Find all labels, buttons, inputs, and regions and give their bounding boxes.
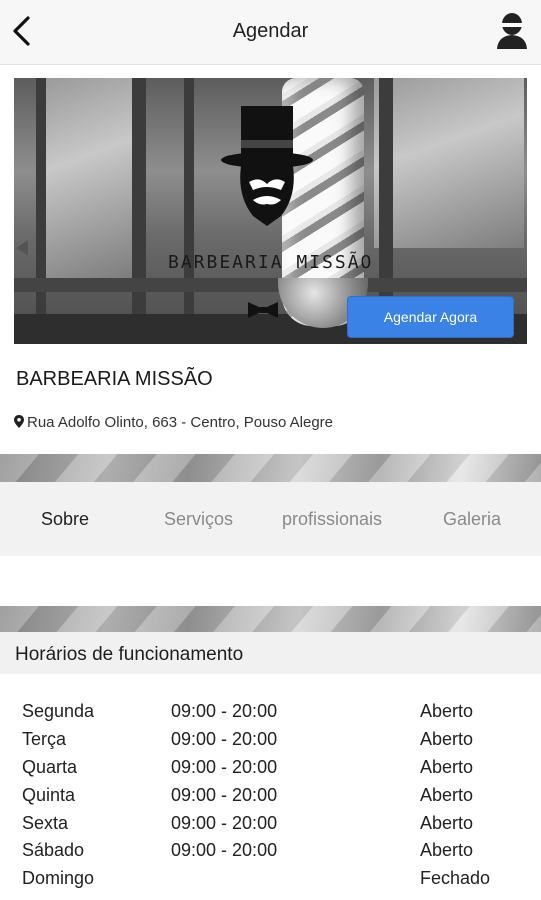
top-app-bar: Agendar bbox=[0, 0, 541, 65]
weekday: Terça bbox=[22, 729, 67, 749]
weekday: Quinta bbox=[22, 785, 76, 805]
schedule-now-button[interactable]: Agendar Agora bbox=[347, 296, 514, 338]
business-address[interactable]: Rua Adolfo Olinto, 663 - Centro, Pouso A… bbox=[14, 414, 333, 431]
opening-time: 09:00 - 20:00 bbox=[171, 757, 278, 777]
hours-row: Terça 09:00 - 20:00 Aberto bbox=[0, 729, 541, 757]
weekday: Domingo bbox=[22, 868, 95, 888]
opening-time: 09:00 - 20:00 bbox=[171, 785, 278, 805]
hours-row: Domingo Fechado bbox=[0, 868, 541, 896]
tab-galeria[interactable]: Galeria bbox=[443, 509, 501, 530]
open-status: Aberto bbox=[420, 840, 474, 860]
page-title: Agendar bbox=[232, 20, 309, 42]
section-tabs: Sobre Serviços profissionais Galeria bbox=[0, 482, 541, 556]
weekday: Segunda bbox=[22, 701, 95, 721]
hero-banner-image: BARBEARIA MISSÃO Agendar Agora bbox=[14, 78, 527, 344]
section-photo-strip bbox=[0, 606, 541, 632]
hours-row: Segunda 09:00 - 20:00 Aberto bbox=[0, 701, 541, 729]
hours-row: Sexta 09:00 - 20:00 Aberto bbox=[0, 813, 541, 841]
hours-header: Horários de funcionamento bbox=[0, 632, 541, 674]
tab-profissionais[interactable]: profissionais bbox=[282, 509, 382, 530]
bowtie-icon bbox=[248, 302, 278, 318]
top-hat-logo-icon bbox=[221, 106, 313, 226]
map-pin-icon bbox=[14, 415, 24, 428]
open-status: Aberto bbox=[420, 729, 474, 749]
weekday: Sexta bbox=[22, 813, 69, 833]
hours-title: Horários de funcionamento bbox=[15, 644, 244, 665]
open-status: Aberto bbox=[420, 701, 474, 721]
open-status: Fechado bbox=[420, 868, 491, 888]
opening-time: 09:00 - 20:00 bbox=[171, 701, 278, 721]
weekday: Sábado bbox=[22, 840, 85, 860]
opening-time: 09:00 - 20:00 bbox=[171, 840, 278, 860]
open-status: Aberto bbox=[420, 813, 474, 833]
hours-row: Quarta 09:00 - 20:00 Aberto bbox=[0, 757, 541, 785]
business-name: BARBEARIA MISSÃO bbox=[16, 368, 213, 390]
hours-row: Quinta 09:00 - 20:00 Aberto bbox=[0, 785, 541, 813]
hours-row: Sábado 09:00 - 20:00 Aberto bbox=[0, 840, 541, 868]
weekday: Quarta bbox=[22, 757, 78, 777]
cover-photo-strip bbox=[0, 454, 541, 482]
tab-servicos[interactable]: Serviços bbox=[164, 509, 233, 530]
open-status: Aberto bbox=[420, 785, 474, 805]
open-status: Aberto bbox=[420, 757, 474, 777]
opening-time: 09:00 - 20:00 bbox=[171, 729, 278, 749]
tab-sobre[interactable]: Sobre bbox=[41, 509, 89, 530]
address-text: Rua Adolfo Olinto, 663 - Centro, Pouso A… bbox=[27, 414, 334, 431]
user-avatar-icon bbox=[497, 13, 527, 49]
opening-time: 09:00 - 20:00 bbox=[171, 813, 278, 833]
profile-button[interactable] bbox=[495, 12, 529, 50]
brand-logo-text: BARBEARIA MISSÃO bbox=[168, 252, 374, 273]
arrow-icon bbox=[16, 240, 28, 256]
